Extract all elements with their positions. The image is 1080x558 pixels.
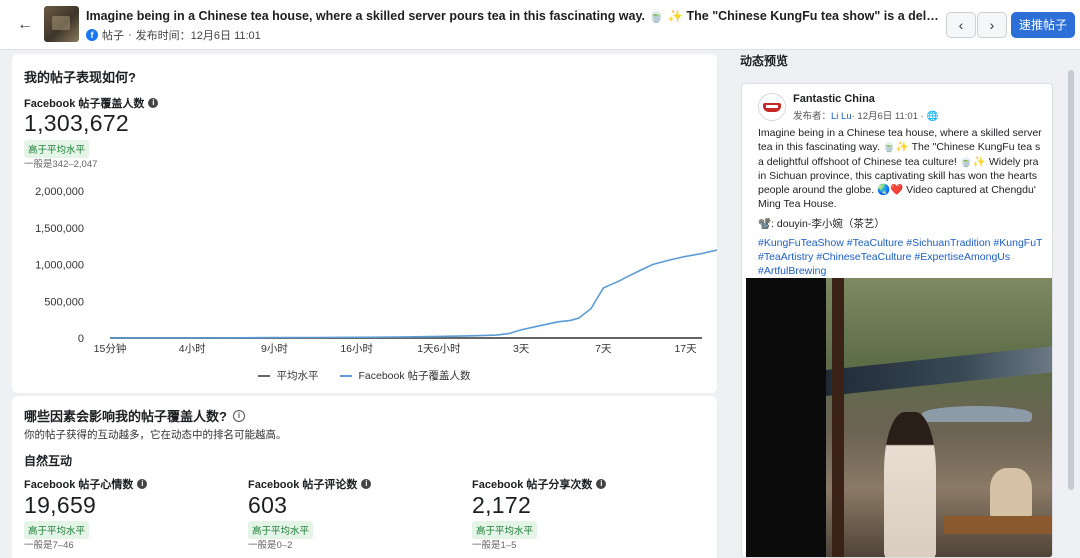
preview-scrollbar[interactable] bbox=[1068, 70, 1074, 490]
y-tick-label: 500,000 bbox=[44, 296, 84, 308]
factors-card: 哪些因素会影响我的帖子覆盖人数? i 你的帖子获得的互动越多，它在动态中的排名可… bbox=[12, 396, 717, 558]
post-text-line: people around the globe. 🌏❤️ Video captu… bbox=[758, 184, 1036, 197]
comments-label: Facebook 帖子评论数 i bbox=[248, 476, 372, 492]
factors-title-text: 哪些因素会影响我的帖子覆盖人数? bbox=[24, 409, 227, 424]
x-tick-label: 17天 bbox=[674, 343, 697, 355]
comments-value: 603 bbox=[248, 492, 288, 518]
post-video[interactable] bbox=[746, 278, 1052, 557]
x-tick-label: 15分钟 bbox=[94, 342, 127, 355]
video-scene-table bbox=[944, 516, 1052, 534]
publish-time: 发布时间：12月6日 11:01 bbox=[135, 30, 261, 42]
legend-label: Facebook 帖子覆盖人数 bbox=[358, 370, 471, 382]
post-text-line: Imagine being in a Chinese tea house, wh… bbox=[758, 127, 1042, 139]
y-tick-label: 1,500,000 bbox=[35, 223, 84, 235]
x-tick-label: 7天 bbox=[595, 343, 612, 355]
globe-icon: 🌐 bbox=[926, 111, 939, 122]
video-scene-tea-server bbox=[884, 412, 936, 557]
reactions-range: 一般是7–46 bbox=[24, 540, 74, 551]
comments-range: 一般是0–2 bbox=[248, 540, 293, 551]
next-post-button[interactable]: › bbox=[977, 12, 1007, 38]
legend-item-reach[interactable]: Facebook 帖子覆盖人数 bbox=[340, 368, 471, 383]
previous-post-button[interactable]: ‹ bbox=[946, 12, 976, 38]
organic-interaction-label: 自然互动 bbox=[24, 454, 73, 468]
performance-title: 我的帖子表现如何? bbox=[24, 70, 136, 85]
metric-label-text: Facebook 帖子评论数 bbox=[248, 479, 358, 491]
info-icon[interactable]: i bbox=[232, 409, 245, 422]
x-tick-label: 16小时 bbox=[340, 343, 373, 355]
hashtags: #KungFuTeaShow #TeaCulture #SichuanTradi… bbox=[758, 236, 1052, 278]
post-text-line: a delightful offshoot of Chinese tea cul… bbox=[758, 155, 1039, 168]
page-avatar[interactable] bbox=[758, 93, 786, 121]
hashtag-line[interactable]: #TeaArtistry #ChineseTeaCulture #Experti… bbox=[758, 250, 1052, 264]
y-tick-label: 0 bbox=[78, 333, 84, 345]
chart-legend: 平均水平 Facebook 帖子覆盖人数 bbox=[12, 368, 717, 383]
reach-value: 1,303,672 bbox=[24, 110, 130, 136]
hashtag-line[interactable]: #ArtfulBrewing bbox=[758, 264, 1052, 278]
metric-label-text: Facebook 帖子心情数 bbox=[24, 479, 134, 491]
reach-chart: 2,000,000 1,500,000 1,000,000 500,000 0 15分钟… bbox=[35, 186, 717, 355]
shares-label: Facebook 帖子分享次数 i bbox=[472, 476, 607, 492]
reach-typical-range: 一般是342–2,047 bbox=[24, 159, 98, 170]
factors-title: 哪些因素会影响我的帖子覆盖人数? i bbox=[24, 406, 245, 425]
author-link[interactable]: Li Lu bbox=[831, 111, 852, 122]
post-title: Imagine being in a Chinese tea house, wh… bbox=[86, 9, 942, 23]
page-name[interactable]: Fantastic China bbox=[793, 93, 875, 105]
chevron-left-icon: ‹ bbox=[958, 17, 964, 33]
factors-description: 你的帖子获得的互动越多，它在动态中的排名可能越高。 bbox=[24, 429, 287, 441]
top-bar: ← Imagine being in a Chinese tea house, … bbox=[0, 0, 1080, 50]
video-scene-umbrella bbox=[922, 406, 1032, 422]
shares-range: 一般是1–5 bbox=[472, 540, 517, 551]
chevron-right-icon: › bbox=[989, 17, 995, 33]
x-tick-label: 3天 bbox=[513, 343, 530, 355]
y-tick-label: 1,000,000 bbox=[35, 260, 84, 272]
hashtag-line[interactable]: #KungFuTeaShow #TeaCulture #SichuanTradi… bbox=[758, 236, 1052, 250]
reach-label-text: Facebook 帖子覆盖人数 bbox=[24, 98, 145, 110]
legend-item-average[interactable]: 平均水平 bbox=[258, 368, 318, 383]
x-tick-label: 9小时 bbox=[261, 343, 288, 355]
post-preview-card: Fantastic China 发布者：Li Lu· 12月6日 11:01 ·… bbox=[741, 83, 1053, 558]
info-icon[interactable]: i bbox=[148, 98, 159, 108]
reactions-value: 19,659 bbox=[24, 492, 97, 518]
reactions-label: Facebook 帖子心情数 i bbox=[24, 476, 148, 492]
post-meta: 发布者：Li Lu· 12月6日 11:01 · 🌐 bbox=[793, 108, 938, 122]
video-frame bbox=[826, 278, 1052, 557]
back-button[interactable]: ← bbox=[14, 14, 36, 36]
x-tick-label: 4小时 bbox=[179, 343, 206, 355]
post-thumbnail bbox=[44, 6, 79, 42]
post-text-line: tea in this fascinating way. 🍵✨ The "Chi… bbox=[758, 141, 1041, 154]
feed-preview-panel: 动态预览 Fantastic China 发布者：Li Lu· 12月6日 11… bbox=[728, 50, 1080, 558]
reach-label: Facebook 帖子覆盖人数 i bbox=[24, 95, 159, 111]
series-line-reach bbox=[109, 249, 717, 339]
facebook-icon: f bbox=[86, 29, 98, 41]
performance-card: 我的帖子表现如何? Facebook 帖子覆盖人数 i 1,303,672 高于… bbox=[12, 54, 717, 393]
info-icon[interactable]: i bbox=[596, 479, 607, 489]
video-credit: 📽️: douyin-李小婉（茶艺） bbox=[758, 218, 885, 230]
video-scene-roof bbox=[826, 346, 1052, 396]
video-scene-seated-person bbox=[990, 468, 1032, 518]
y-tick-label: 2,000,000 bbox=[35, 186, 84, 198]
info-icon[interactable]: i bbox=[361, 479, 372, 489]
post-time: · 12月6日 11:01 · bbox=[851, 111, 927, 122]
shares-value: 2,172 bbox=[472, 492, 532, 518]
post-text: Imagine being in a Chinese tea house, wh… bbox=[758, 126, 1052, 212]
legend-swatch bbox=[258, 374, 271, 377]
post-text-line: in Sichuan province, this captivating sk… bbox=[758, 169, 1037, 182]
metric-label-text: Facebook 帖子分享次数 bbox=[472, 479, 593, 491]
boost-post-button[interactable]: 速推帖子 bbox=[1011, 12, 1075, 38]
info-icon[interactable]: i bbox=[137, 479, 148, 489]
arrow-left-icon: ← bbox=[17, 16, 33, 33]
publisher-label: 发布者： bbox=[793, 111, 832, 122]
dot-separator: · bbox=[128, 29, 132, 41]
post-subtitle: f 帖子 · 发布时间：12月6日 11:01 bbox=[86, 27, 261, 43]
legend-label: 平均水平 bbox=[276, 370, 319, 382]
post-type: 帖子 bbox=[102, 30, 124, 42]
video-scene-pillar bbox=[832, 278, 844, 557]
feed-preview-title: 动态预览 bbox=[740, 54, 789, 68]
post-text-line: Ming Tea House. bbox=[758, 198, 837, 211]
x-tick-label: 1天6小时 bbox=[417, 343, 461, 355]
legend-swatch bbox=[340, 374, 353, 377]
